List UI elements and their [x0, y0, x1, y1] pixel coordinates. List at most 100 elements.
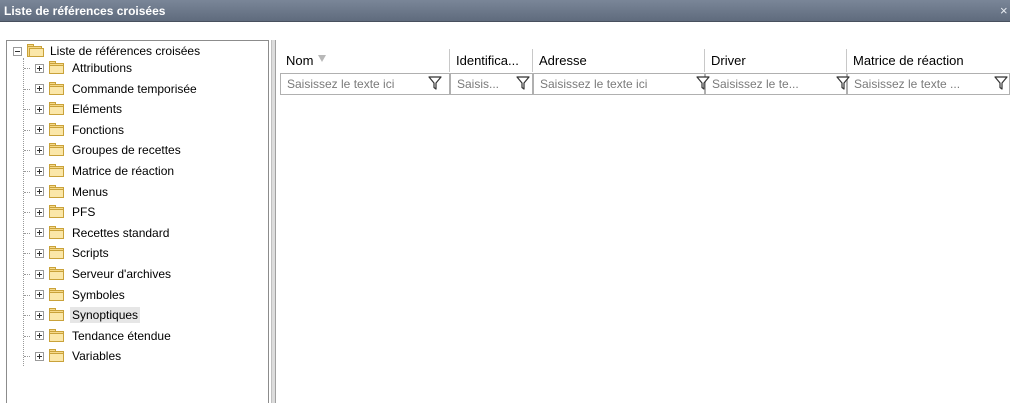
tree-item[interactable]: Eléments	[24, 100, 124, 118]
tree-item-label: Scripts	[72, 246, 109, 261]
column-header-nom[interactable]: Nom	[280, 49, 450, 72]
tree-item[interactable]: Attributions	[24, 59, 134, 77]
tree-item-label: Recettes standard	[72, 225, 170, 240]
tree-item[interactable]: Variables	[24, 347, 123, 365]
tree-item[interactable]: Scripts	[24, 244, 111, 262]
expand-icon[interactable]	[35, 290, 44, 300]
column-header-driver[interactable]: Driver	[705, 49, 847, 72]
filter-funnel-icon[interactable]	[515, 75, 531, 91]
tree-connector	[24, 315, 30, 317]
folder-icon	[48, 349, 66, 363]
folder-icon	[48, 205, 66, 219]
expand-icon[interactable]	[35, 248, 44, 258]
expand-icon[interactable]	[35, 351, 44, 361]
folder-icon	[48, 308, 66, 322]
filter-funnel-icon[interactable]	[835, 75, 851, 91]
window-titlebar: Liste de références croisées ×	[0, 0, 1010, 22]
filter-input-nom[interactable]: Saisissez le texte ici	[280, 73, 450, 95]
column-header-identification[interactable]: Identifica...	[450, 49, 533, 72]
tree-root[interactable]: Liste de références croisées	[13, 42, 202, 60]
reference-grid: Nom Identifica... Adresse Driver Matrice…	[280, 49, 1010, 403]
folder-icon	[48, 81, 66, 96]
filter-funnel-icon[interactable]	[993, 75, 1009, 91]
tree-item[interactable]: Matrice de réaction	[24, 162, 176, 180]
tree-item[interactable]: Menus	[24, 183, 110, 201]
panel-splitter[interactable]	[271, 40, 276, 403]
expand-icon[interactable]	[35, 310, 44, 320]
expand-icon[interactable]	[35, 125, 44, 135]
expand-icon[interactable]	[35, 228, 44, 238]
folder-icon	[48, 61, 66, 75]
expand-icon[interactable]	[35, 63, 44, 73]
tree-item-label: Eléments	[72, 102, 123, 117]
tree-item[interactable]: Synoptiques	[24, 306, 141, 324]
folder-icon	[48, 287, 66, 302]
expand-icon[interactable]	[35, 269, 44, 279]
tree-item[interactable]: Commande temporisée	[24, 80, 199, 98]
filter-input-adresse[interactable]: Saisissez le texte ici	[533, 73, 705, 95]
tree-item[interactable]: Recettes standard	[24, 224, 171, 242]
tree-connector	[24, 129, 30, 131]
tree-connector	[24, 191, 30, 193]
folder-icon	[48, 267, 66, 281]
tree-item-label: Matrice de réaction	[72, 164, 175, 178]
tree-connector	[24, 150, 30, 152]
tree-item-label: PFS	[72, 205, 96, 220]
tree-connector	[24, 274, 30, 275]
filter-funnel-icon[interactable]	[427, 75, 443, 91]
expand-icon[interactable]	[35, 207, 44, 217]
tree-connector	[24, 68, 30, 69]
tree-item-label: Menus	[72, 184, 109, 199]
expand-icon[interactable]	[35, 331, 44, 341]
filter-input-matrice[interactable]: Saisissez le texte ...	[847, 73, 1010, 95]
tree-connector	[24, 356, 30, 358]
tree-item[interactable]: Symboles	[24, 286, 127, 304]
tree-item-label: Tendance étendue	[72, 328, 171, 343]
filter-input-driver[interactable]: Saisissez le te...	[705, 73, 847, 95]
grid-header-row: Nom Identifica... Adresse Driver Matrice…	[280, 49, 1010, 72]
tree-connector	[24, 294, 30, 296]
folder-icon	[48, 102, 66, 116]
expand-icon[interactable]	[35, 104, 44, 114]
window-title: Liste de références croisées	[4, 4, 166, 18]
expand-icon[interactable]	[35, 166, 44, 176]
tree-connector	[24, 212, 30, 214]
column-header-matrice[interactable]: Matrice de réaction	[847, 49, 1010, 72]
expand-icon[interactable]	[35, 187, 44, 197]
tree-item[interactable]: Serveur d'archives	[24, 265, 173, 283]
tree-connector	[24, 109, 30, 111]
folder-icon	[48, 184, 66, 199]
collapse-icon[interactable]	[13, 46, 22, 56]
tree-item-label: Serveur d'archives	[72, 267, 171, 281]
tree-connector	[24, 232, 30, 234]
tree-root-label: Liste de références croisées	[50, 44, 201, 58]
expand-icon[interactable]	[35, 145, 44, 155]
tree-connector	[24, 88, 30, 90]
tree-item-label: Fonctions	[72, 122, 125, 137]
tree-item-label: Symboles	[72, 287, 125, 302]
close-icon[interactable]: ×	[1000, 3, 1010, 18]
tree-item-label: Attributions	[72, 61, 133, 75]
tree-item[interactable]: Fonctions	[24, 121, 126, 139]
folder-icon	[48, 225, 66, 240]
folder-icon	[48, 122, 66, 137]
folder-icon	[48, 143, 66, 157]
tree-item-label: Commande temporisée	[72, 81, 197, 96]
expand-icon[interactable]	[35, 84, 44, 94]
folder-open-icon	[26, 44, 44, 58]
sort-icon	[318, 55, 327, 62]
tree-item-label: Synoptiques	[70, 307, 141, 324]
column-header-adresse[interactable]: Adresse	[533, 49, 705, 72]
tree-item-label: Groupes de recettes	[72, 143, 181, 158]
folder-icon	[48, 328, 66, 343]
tree-connector	[24, 171, 30, 172]
tree-connector	[24, 335, 30, 337]
tree-item-label: Variables	[72, 349, 122, 364]
grid-filter-row: Saisissez le texte ici Saisis... Saisiss…	[280, 73, 1010, 95]
tree-item[interactable]: Tendance étendue	[24, 327, 173, 345]
filter-funnel-icon[interactable]	[695, 75, 711, 91]
tree-item[interactable]: Groupes de recettes	[24, 141, 183, 159]
reference-tree: Liste de références croisées Attribution…	[6, 40, 269, 403]
tree-item[interactable]: PFS	[24, 203, 97, 221]
folder-icon	[48, 164, 66, 178]
